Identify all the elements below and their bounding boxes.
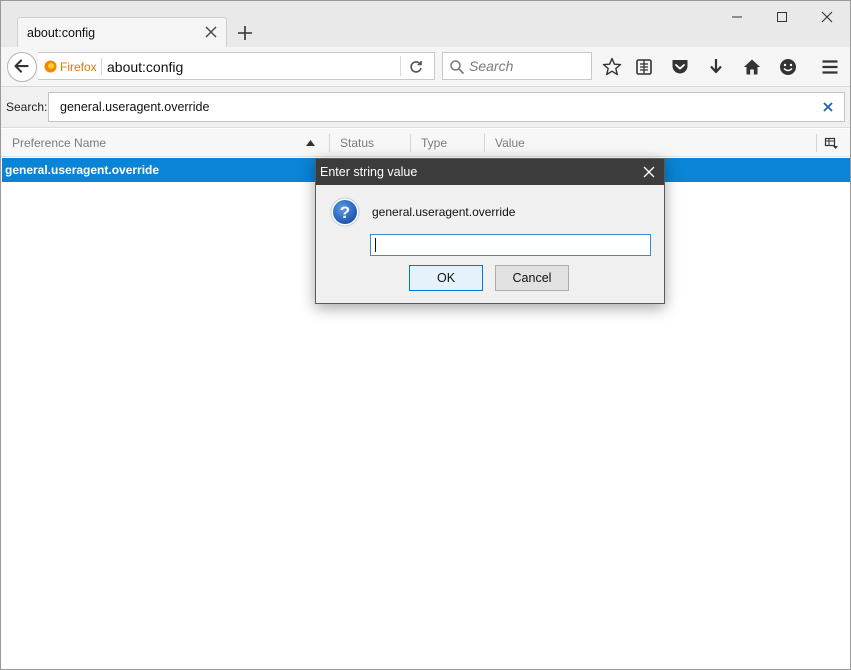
reload-icon[interactable]: [407, 58, 425, 76]
tab-title: about:config: [27, 26, 96, 40]
enter-string-dialog: Enter string value ? general.useragent.o…: [315, 158, 665, 304]
column-divider[interactable]: [329, 134, 330, 152]
svg-text:?: ?: [340, 203, 350, 222]
search-icon: [450, 60, 465, 75]
maximize-icon[interactable]: [771, 7, 793, 27]
browser-window: about:config Firefox about:config Search…: [0, 0, 851, 670]
minimize-icon[interactable]: [726, 7, 748, 27]
url-text[interactable]: about:config: [107, 59, 183, 75]
column-divider[interactable]: [484, 134, 485, 152]
string-value-input[interactable]: [370, 234, 651, 256]
config-search-row: Search:: [1, 87, 850, 128]
close-icon[interactable]: [203, 24, 219, 40]
close-icon[interactable]: [642, 165, 656, 179]
hello-smiley-icon[interactable]: [777, 56, 799, 78]
column-status[interactable]: Status: [340, 129, 374, 157]
column-type[interactable]: Type: [421, 129, 447, 157]
clear-search-icon[interactable]: [822, 101, 834, 113]
navigation-toolbar: Firefox about:config: [1, 47, 850, 87]
column-picker-icon[interactable]: [824, 136, 838, 150]
identity-label[interactable]: Firefox: [60, 60, 97, 74]
search-bar[interactable]: [442, 52, 592, 80]
search-input[interactable]: [469, 53, 587, 79]
column-divider[interactable]: [816, 134, 817, 152]
preference-name-cell: general.useragent.override: [5, 163, 160, 177]
home-icon[interactable]: [741, 56, 763, 78]
firefox-logo-icon: [44, 60, 57, 73]
question-icon: ?: [330, 197, 360, 227]
column-header-row: Preference Name Status Type Value: [1, 129, 850, 157]
window-close-icon[interactable]: [816, 7, 838, 27]
tab-strip: about:config: [1, 1, 850, 47]
dialog-titlebar[interactable]: Enter string value: [316, 159, 664, 185]
config-search-label: Search:: [6, 100, 48, 114]
dialog-title: Enter string value: [320, 165, 418, 179]
ok-button[interactable]: OK: [409, 265, 483, 291]
tab-about-config[interactable]: about:config: [17, 17, 227, 47]
new-tab-icon[interactable]: [234, 22, 256, 44]
url-divider: [101, 58, 102, 75]
cancel-button[interactable]: Cancel: [495, 265, 569, 291]
back-arrow-icon: [14, 59, 29, 73]
url-divider: [400, 56, 401, 76]
menu-hamburger-icon[interactable]: [819, 56, 841, 78]
config-search-input[interactable]: [60, 93, 800, 121]
pocket-icon[interactable]: [669, 56, 691, 78]
bookmark-star-icon[interactable]: [601, 56, 623, 78]
config-search-box[interactable]: [48, 92, 845, 122]
column-preference-name[interactable]: Preference Name: [12, 129, 106, 157]
dialog-message: general.useragent.override: [372, 205, 516, 219]
url-bar[interactable]: Firefox about:config: [38, 52, 435, 80]
reading-list-icon[interactable]: [633, 56, 655, 78]
text-caret: [375, 238, 376, 252]
column-divider[interactable]: [410, 134, 411, 152]
column-value[interactable]: Value: [495, 129, 525, 157]
back-button[interactable]: [7, 52, 37, 82]
downloads-icon[interactable]: [705, 56, 727, 78]
sort-ascending-icon: [306, 140, 315, 146]
